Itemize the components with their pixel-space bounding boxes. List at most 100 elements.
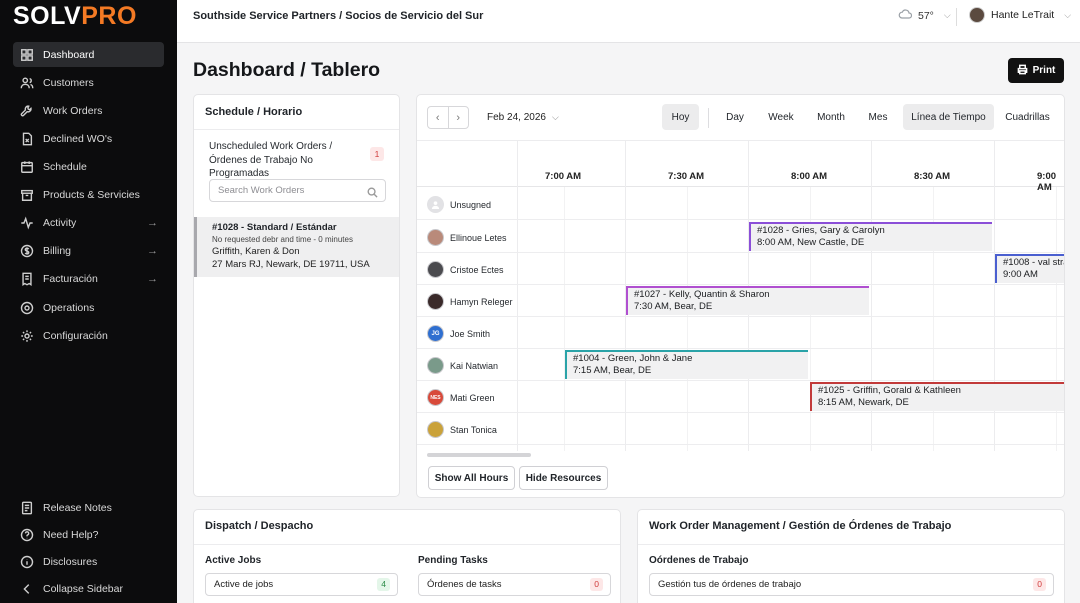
- active-jobs-label: Active Jobs: [205, 555, 262, 566]
- dashboard-icon: [19, 47, 35, 63]
- pending-tasks-label: Pending Tasks: [418, 555, 488, 566]
- sidebar-item-label: Configuración: [43, 329, 108, 342]
- time-header: 7:00 AM 7:30 AM 8:00 AM 8:30 AM 9:00 AM: [417, 141, 1064, 193]
- top-bar: Southside Service Partners / Socios de S…: [177, 0, 1080, 43]
- event-color-bar: [751, 222, 992, 224]
- chevron-down-icon: ⌵: [1064, 9, 1072, 20]
- receipt-icon: [19, 271, 35, 287]
- work-order-management-title: Work Order Management / Gestión de Órden…: [649, 520, 952, 532]
- avatar: [427, 261, 444, 278]
- help-icon: [19, 527, 35, 543]
- work-order-management-card: Work Order Management / Gestión de Órden…: [637, 509, 1065, 603]
- timeline-grid: 7:00 AM 7:30 AM 8:00 AM 8:30 AM 9:00 AM …: [417, 140, 1064, 451]
- sidebar-item-label: Billing: [43, 244, 72, 257]
- event-block[interactable]: #1004 - Green, John & Jane 7:15 AM, Bear…: [565, 350, 808, 379]
- sidebar-item-label: Activity: [43, 216, 77, 229]
- sidebar-item-products-servicies[interactable]: Products & Servicies: [13, 182, 164, 207]
- user-menu[interactable]: Hante LeTrait ⌵: [969, 7, 1071, 23]
- print-button[interactable]: Print: [1008, 58, 1064, 83]
- schedule-card: Schedule / Horario Unscheduled Work Orde…: [193, 94, 400, 497]
- date-picker[interactable]: Feb 24, 2026 ⌵: [487, 112, 559, 123]
- work-order-address: 27 Mars RJ, Newark, DE 19711, USA: [212, 258, 370, 270]
- unscheduled-label: Unscheduled Work Orders / Órdenes de Tra…: [209, 141, 333, 179]
- view-linea-de-tiempo-button[interactable]: Línea de Tiempo: [903, 104, 994, 130]
- sidebar-item-label: Release Notes: [43, 501, 112, 514]
- sidebar-item-disclosures[interactable]: Disclosures: [13, 549, 164, 574]
- sidebar-item-label: Declined WO's: [43, 132, 113, 145]
- resource-name[interactable]: Unsugned: [427, 196, 491, 213]
- show-all-hours-button[interactable]: Show All Hours: [428, 466, 515, 490]
- sidebar-item-configuracion[interactable]: Configuración: [13, 323, 164, 348]
- search-work-orders-input[interactable]: Search Work Orders: [209, 179, 386, 202]
- chevron-down-icon: ⌵: [943, 10, 951, 20]
- sidebar-item-customers[interactable]: Customers: [13, 70, 164, 95]
- time-label: 7:30 AM: [668, 171, 705, 182]
- orders-label: Oórdenes de Trabajo: [649, 555, 749, 566]
- sidebar-item-declined-wos[interactable]: Declined WO's: [13, 126, 164, 151]
- event-detail: 7:30 AM, Bear, DE: [634, 301, 713, 312]
- active-jobs-box[interactable]: Active de jobs 4: [205, 573, 398, 596]
- sidebar-item-operations[interactable]: Operations: [13, 295, 164, 320]
- organization-title: Southside Service Partners / Socios de S…: [193, 10, 484, 22]
- resource-name[interactable]: Ellinoue Letes: [427, 229, 507, 246]
- unscheduled-work-order-item[interactable]: #1028 - Standard / Estándar No requested…: [194, 217, 399, 277]
- pending-tasks-box[interactable]: Órdenes de tasks 0: [418, 573, 611, 596]
- sidebar-item-schedule[interactable]: Schedule: [13, 154, 164, 179]
- pending-tasks-count-badge: 0: [590, 578, 603, 591]
- event-title: #1008 - val strand: [1003, 257, 1064, 268]
- view-cuadrillas-button[interactable]: Cuadrillas: [1000, 104, 1055, 130]
- dispatch-card: Dispatch / Despacho Active Jobs Active d…: [193, 509, 621, 603]
- resource-name[interactable]: JG Joe Smith: [427, 325, 490, 342]
- divider: [194, 544, 620, 545]
- divider: [956, 8, 957, 26]
- cloud-icon: [898, 9, 913, 22]
- view-hoy-button[interactable]: Hoy: [662, 104, 699, 130]
- event-block[interactable]: #1008 - val strand 9:00 AM: [995, 254, 1064, 283]
- view-mes-button[interactable]: Mes: [860, 104, 896, 130]
- sidebar-item-billing[interactable]: Billing →: [13, 238, 164, 263]
- calendar-icon: [19, 159, 35, 175]
- event-block[interactable]: #1025 - Griffin, Gorald & Kathleen 8:15 …: [810, 382, 1064, 411]
- event-block[interactable]: #1027 - Kelly, Quantin & Sharon 7:30 AM,…: [626, 286, 869, 315]
- resource-name[interactable]: Kai Natwian: [427, 357, 498, 374]
- brand-logo[interactable]: SOLVPRO: [13, 2, 137, 31]
- event-color-bar: [812, 382, 1064, 384]
- event-block[interactable]: #1028 - Gries, Gary & Carolyn 8:00 AM, N…: [749, 222, 992, 251]
- view-month-button[interactable]: Month: [809, 104, 853, 130]
- arrow-right-icon: →: [147, 244, 158, 257]
- sidebar-item-facturacion[interactable]: Facturación →: [13, 266, 164, 291]
- chevron-left-icon[interactable]: ‹: [428, 107, 449, 128]
- user-name: Hante LeTrait: [991, 9, 1055, 21]
- event-title: #1004 - Green, John & Jane: [573, 353, 693, 364]
- horizontal-scrollbar[interactable]: [427, 453, 531, 457]
- work-order-subtitle: No requested debr and time - 0 minutes: [212, 235, 353, 244]
- sidebar-item-activity[interactable]: Activity →: [13, 210, 164, 235]
- resource-name[interactable]: Hamyn Releger: [427, 293, 513, 310]
- orders-box[interactable]: Gestión tus de órdenes de trabajo 0: [649, 573, 1054, 596]
- date-nav: ‹ ›: [427, 106, 469, 129]
- avatar: [427, 196, 444, 213]
- weather-widget[interactable]: 57° ⌵: [898, 9, 951, 22]
- chevron-down-icon: ⌵: [551, 112, 559, 122]
- hide-resources-button[interactable]: Hide Resources: [519, 466, 608, 490]
- resource-name[interactable]: Cristoe Ectes: [427, 261, 504, 278]
- sidebar-item-release-notes[interactable]: Release Notes: [13, 495, 164, 520]
- sidebar-item-collapse[interactable]: Collapse Sidebar: [13, 576, 164, 601]
- sidebar-item-work-orders[interactable]: Work Orders: [13, 98, 164, 123]
- gauge-icon: [19, 300, 35, 316]
- view-day-button[interactable]: Day: [717, 104, 753, 130]
- sidebar-item-dashboard[interactable]: Dashboard: [13, 42, 164, 67]
- resource-name[interactable]: Stan Tonica: [427, 421, 497, 438]
- event-color-bar: [628, 286, 869, 288]
- chevron-right-icon[interactable]: ›: [449, 107, 469, 128]
- event-detail: 8:15 AM, Newark, DE: [818, 397, 909, 408]
- event-title: #1028 - Gries, Gary & Carolyn: [757, 225, 885, 236]
- orders-count-badge: 0: [1033, 578, 1046, 591]
- sidebar-item-label: Customers: [43, 76, 94, 89]
- view-week-button[interactable]: Week: [761, 104, 801, 130]
- work-order-title: #1028 - Standard / Estándar: [212, 222, 337, 233]
- sidebar-item-need-help[interactable]: Need Help?: [13, 522, 164, 547]
- avatar: [427, 229, 444, 246]
- resource-name[interactable]: NES Mati Green: [427, 389, 495, 406]
- sidebar-item-label: Dashboard: [43, 48, 95, 61]
